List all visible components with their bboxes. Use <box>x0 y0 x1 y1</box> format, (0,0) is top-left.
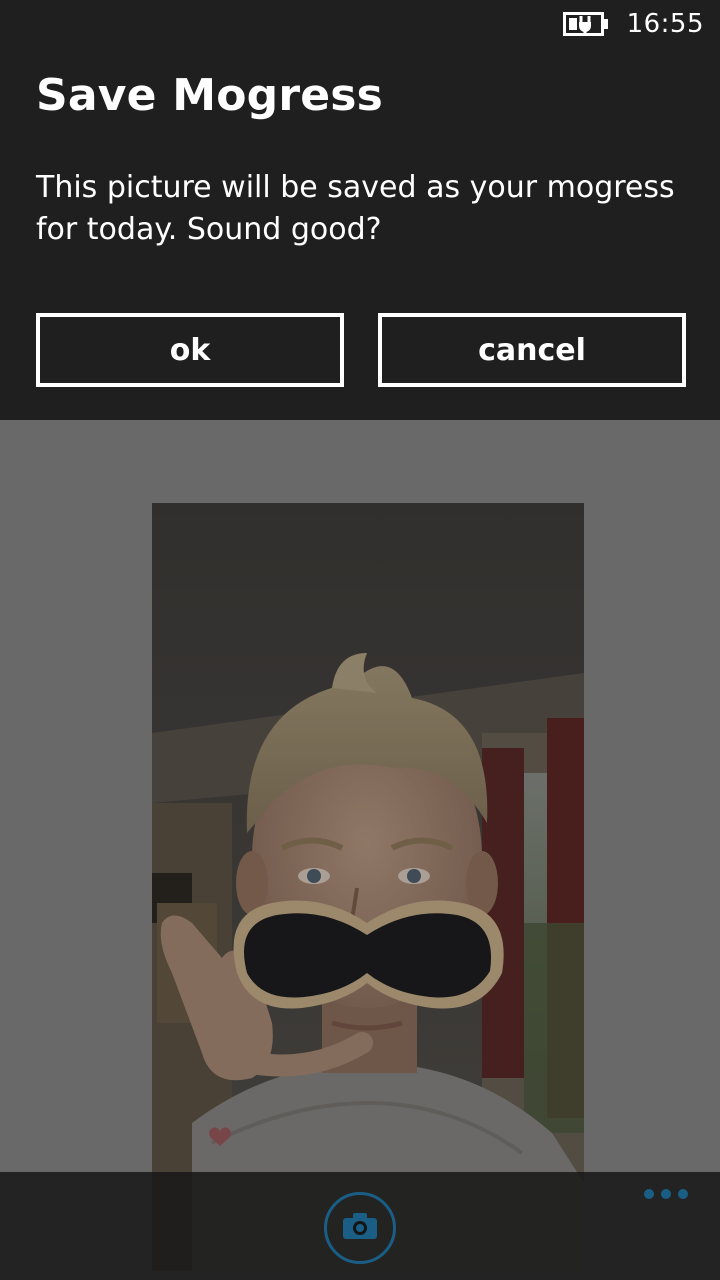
more-options-button[interactable] <box>644 1184 688 1204</box>
ok-button[interactable]: ok <box>36 313 344 387</box>
screen: 16:55 Save Mogress This picture will be … <box>0 0 720 1280</box>
dialog-message: This picture will be saved as your mogre… <box>36 170 675 247</box>
mustache-selfie-photo <box>152 503 584 1271</box>
camera-button[interactable] <box>324 1192 396 1264</box>
photo-preview-area <box>0 420 720 1280</box>
status-time: 16:55 <box>626 9 704 39</box>
camera-icon <box>342 1212 378 1244</box>
cancel-button-label: cancel <box>478 332 586 368</box>
app-bar <box>0 1172 720 1280</box>
ellipsis-icon <box>644 1189 654 1199</box>
status-bar: 16:55 <box>562 0 720 48</box>
ok-button-label: ok <box>169 332 211 368</box>
cancel-button[interactable]: cancel <box>378 313 686 387</box>
battery-charging-icon <box>562 11 609 37</box>
dialog-title: Save Mogress <box>36 70 384 121</box>
save-dialog: 16:55 Save Mogress This picture will be … <box>0 0 720 420</box>
